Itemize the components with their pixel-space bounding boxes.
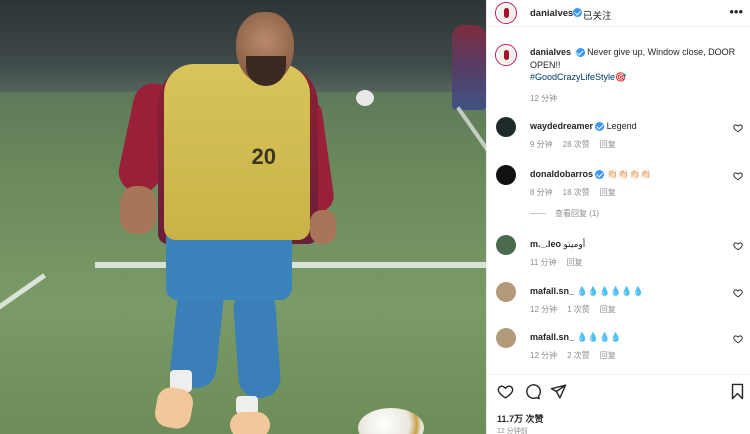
comment-icon[interactable] <box>524 383 541 400</box>
caption-time: 12 分钟 <box>530 94 558 103</box>
divider <box>530 213 546 214</box>
reply-button[interactable]: 回复 <box>600 188 616 197</box>
follow-status-button[interactable]: 已关注 <box>583 8 612 22</box>
author-username[interactable]: danialves <box>530 8 573 19</box>
comment-text-line: mafall.sn_ 💧💧💧💧💧💧 <box>530 286 644 297</box>
comment-body: 💧💧💧💧 <box>576 332 622 342</box>
bookmark-icon[interactable] <box>729 383 746 400</box>
player-hand-left <box>120 186 156 234</box>
reply-button[interactable]: 回复 <box>600 305 616 314</box>
view-replies-label: 查看回复 (1) <box>555 209 599 218</box>
author-avatar[interactable] <box>495 2 517 24</box>
comment-avatar[interactable] <box>496 328 516 348</box>
comment-time: 12 分钟 <box>530 305 558 314</box>
background-player <box>452 25 486 110</box>
comment-time: 9 分钟 <box>530 140 553 149</box>
comment-like-count[interactable]: 28 次赞 <box>563 140 590 149</box>
comment-body: أوميتو <box>563 239 586 249</box>
comment-meta: 8 分钟 18 次赞 回复 <box>530 187 626 198</box>
comment-heart-icon[interactable] <box>733 288 743 298</box>
share-icon[interactable] <box>550 383 567 400</box>
background-ball <box>356 90 374 106</box>
caption-text: danialves Never give up, Window close, D… <box>530 46 740 84</box>
comment-username[interactable]: m._.leo <box>530 239 561 249</box>
post-timestamp: 12 分钟前 <box>497 428 528 434</box>
football <box>358 408 424 434</box>
comment-like-count[interactable]: 2 次赞 <box>567 351 590 360</box>
training-bib: 20 <box>164 64 310 240</box>
verified-badge-icon <box>575 48 585 58</box>
caption-line-1: Never give up, Window close, DOOR <box>587 47 736 57</box>
comment-meta: 12 分钟 1 次赞 回复 <box>530 304 626 315</box>
comment-like-count[interactable]: 1 次赞 <box>567 305 590 314</box>
hashtag-suffix: 🎯 <box>615 72 627 82</box>
comment-heart-icon[interactable] <box>733 123 743 133</box>
caption-username[interactable]: danialves <box>530 47 571 57</box>
action-bar: 11.7万 次赞 12 分钟前 <box>487 374 750 434</box>
reply-button[interactable]: 回复 <box>600 351 616 360</box>
bib-number: 20 <box>251 144 276 169</box>
player-boot-left <box>152 385 196 431</box>
comment-meta: 11 分钟 回复 <box>530 257 593 268</box>
reply-button[interactable]: 回复 <box>600 140 616 149</box>
player-boot-right <box>230 412 270 434</box>
instagram-post-view: 20 danialves 已关注 ••• danialves Never giv… <box>0 0 750 434</box>
view-replies-link[interactable]: 查看回复 (1) <box>530 208 599 219</box>
comment-heart-icon[interactable] <box>733 171 743 181</box>
comment-username[interactable]: mafall.sn_ <box>530 332 574 342</box>
pitch-line <box>456 106 486 158</box>
heart-icon[interactable] <box>497 383 514 400</box>
comment-username[interactable]: donaldobarros <box>530 169 593 179</box>
post-photo[interactable]: 20 <box>0 0 486 434</box>
comment-body: Legend <box>606 121 637 131</box>
comment-meta: 9 分钟 28 次赞 回复 <box>530 139 626 150</box>
like-count[interactable]: 11.7万 次赞 <box>497 412 544 425</box>
comment-like-count[interactable]: 18 次赞 <box>563 188 590 197</box>
comment-time: 11 分钟 <box>530 258 557 267</box>
verified-badge-icon <box>595 170 605 180</box>
comment-text-line: donaldobarros 👏🏻👏🏻👏🏻👏🏻 <box>530 169 651 180</box>
comment-avatar[interactable] <box>496 165 516 185</box>
caption-avatar[interactable] <box>495 44 517 66</box>
comment-username[interactable]: mafall.sn_ <box>530 286 574 296</box>
post-header: danialves 已关注 ••• <box>487 0 750 27</box>
verified-badge-icon <box>595 122 605 132</box>
comment-text-line: waydedreamer Legend <box>530 121 637 132</box>
comment-text-line: m._.leo أوميتو <box>530 239 585 250</box>
player-hand-right <box>310 210 336 244</box>
comment-text-line: mafall.sn_ 💧💧💧💧 <box>530 332 621 343</box>
comment-body: 👏🏻👏🏻👏🏻👏🏻 <box>606 169 652 179</box>
caption-line-2: OPEN!! <box>530 59 561 70</box>
pitch-line <box>0 273 47 312</box>
player-figure: 20 <box>115 8 338 434</box>
comment-avatar[interactable] <box>496 282 516 302</box>
comment-body: 💧💧💧💧💧💧 <box>576 286 644 296</box>
comment-time: 12 分钟 <box>530 351 558 360</box>
comment-heart-icon[interactable] <box>733 241 743 251</box>
comment-avatar[interactable] <box>496 235 516 255</box>
player-leg-right <box>232 286 282 400</box>
comment-heart-icon[interactable] <box>733 334 743 344</box>
reply-button[interactable]: 回复 <box>567 258 583 267</box>
post-sidebar: danialves 已关注 ••• danialves Never give u… <box>486 0 750 434</box>
more-icon[interactable]: ••• <box>729 4 743 19</box>
comment-meta: 12 分钟 2 次赞 回复 <box>530 350 626 361</box>
comment-username[interactable]: waydedreamer <box>530 121 593 131</box>
caption-hashtag[interactable]: #GoodCrazyLifeStyle <box>530 72 615 82</box>
comment-avatar[interactable] <box>496 117 516 137</box>
verified-badge-icon <box>573 8 582 17</box>
comment-time: 8 分钟 <box>530 188 553 197</box>
